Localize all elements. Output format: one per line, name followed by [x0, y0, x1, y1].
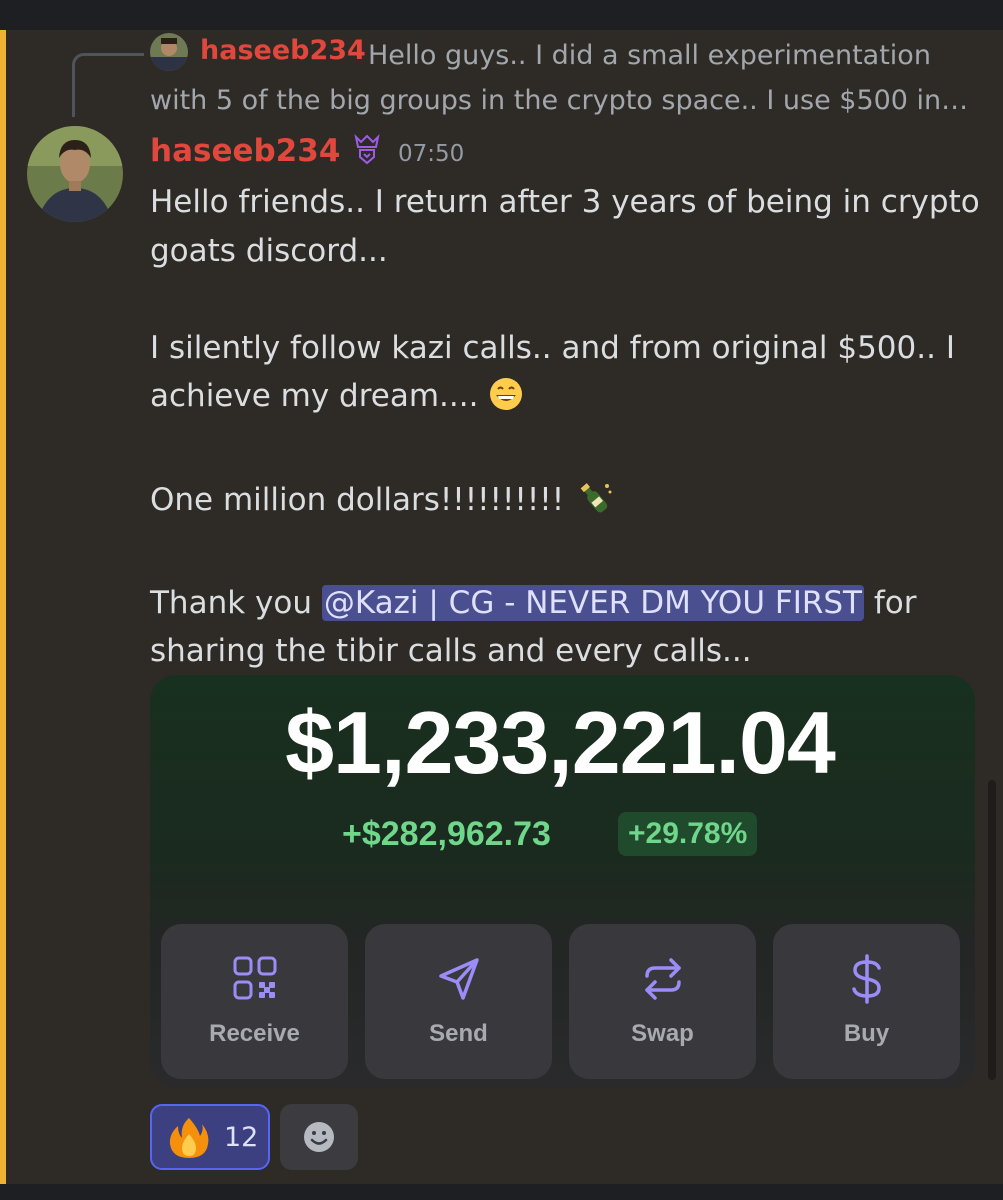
wallet-change: +$282,962.73 — [342, 815, 551, 853]
send-icon — [437, 954, 481, 1004]
message-content: Hello friends.. I return after 3 years o… — [150, 178, 990, 676]
reply-connector — [72, 53, 144, 117]
user-mention[interactable]: @Kazi | CG - NEVER DM YOU FIRST — [321, 584, 864, 621]
timestamp: 07:50 — [398, 141, 465, 167]
message-line: One million dollars!!!!!!!!!! — [150, 476, 990, 531]
grinning-face-icon — [488, 376, 524, 427]
send-button[interactable]: Send — [365, 924, 552, 1079]
reaction-count: 12 — [224, 1122, 259, 1153]
role-icon[interactable] — [352, 133, 382, 171]
wallet-balance: $1,233,221.04 — [285, 693, 836, 792]
message-line: Hello friends.. I return after 3 years o… — [150, 184, 980, 269]
fire-icon — [168, 1116, 210, 1160]
swap-button[interactable]: Swap — [569, 924, 756, 1079]
reply-author[interactable]: haseeb234 — [200, 33, 366, 69]
avatar[interactable] — [27, 126, 123, 222]
message-line: Thank you @Kazi | CG - NEVER DM YOU FIRS… — [150, 579, 990, 676]
message-author[interactable]: haseeb234 — [150, 131, 340, 171]
swap-label: Swap — [631, 1020, 694, 1047]
message-text: I silently follow kazi calls.. and from … — [150, 329, 955, 415]
message-text: Thank you — [150, 584, 322, 621]
swap-icon — [641, 954, 685, 1004]
message-text: One million dollars!!!!!!!!!! — [150, 481, 565, 518]
champagne-icon — [574, 480, 614, 531]
mention-highlight-bar — [0, 30, 6, 1184]
qr-icon — [233, 954, 277, 1004]
dollar-icon — [845, 954, 889, 1004]
smiley-icon — [304, 1122, 334, 1152]
top-bar — [0, 0, 1003, 30]
add-reaction-button[interactable] — [280, 1104, 358, 1170]
buy-label: Buy — [843, 1020, 890, 1047]
bottom-bar — [0, 1184, 1003, 1200]
receive-label: Receive — [209, 1020, 300, 1047]
receive-button[interactable]: Receive — [161, 924, 348, 1079]
reaction-fire[interactable]: 12 — [150, 1104, 270, 1170]
message-line: I silently follow kazi calls.. and from … — [150, 324, 990, 427]
scrollbar[interactable] — [988, 780, 996, 1080]
send-label: Send — [429, 1020, 488, 1047]
buy-button[interactable]: Buy — [773, 924, 960, 1079]
wallet-change-percent: +29.78% — [618, 812, 758, 856]
